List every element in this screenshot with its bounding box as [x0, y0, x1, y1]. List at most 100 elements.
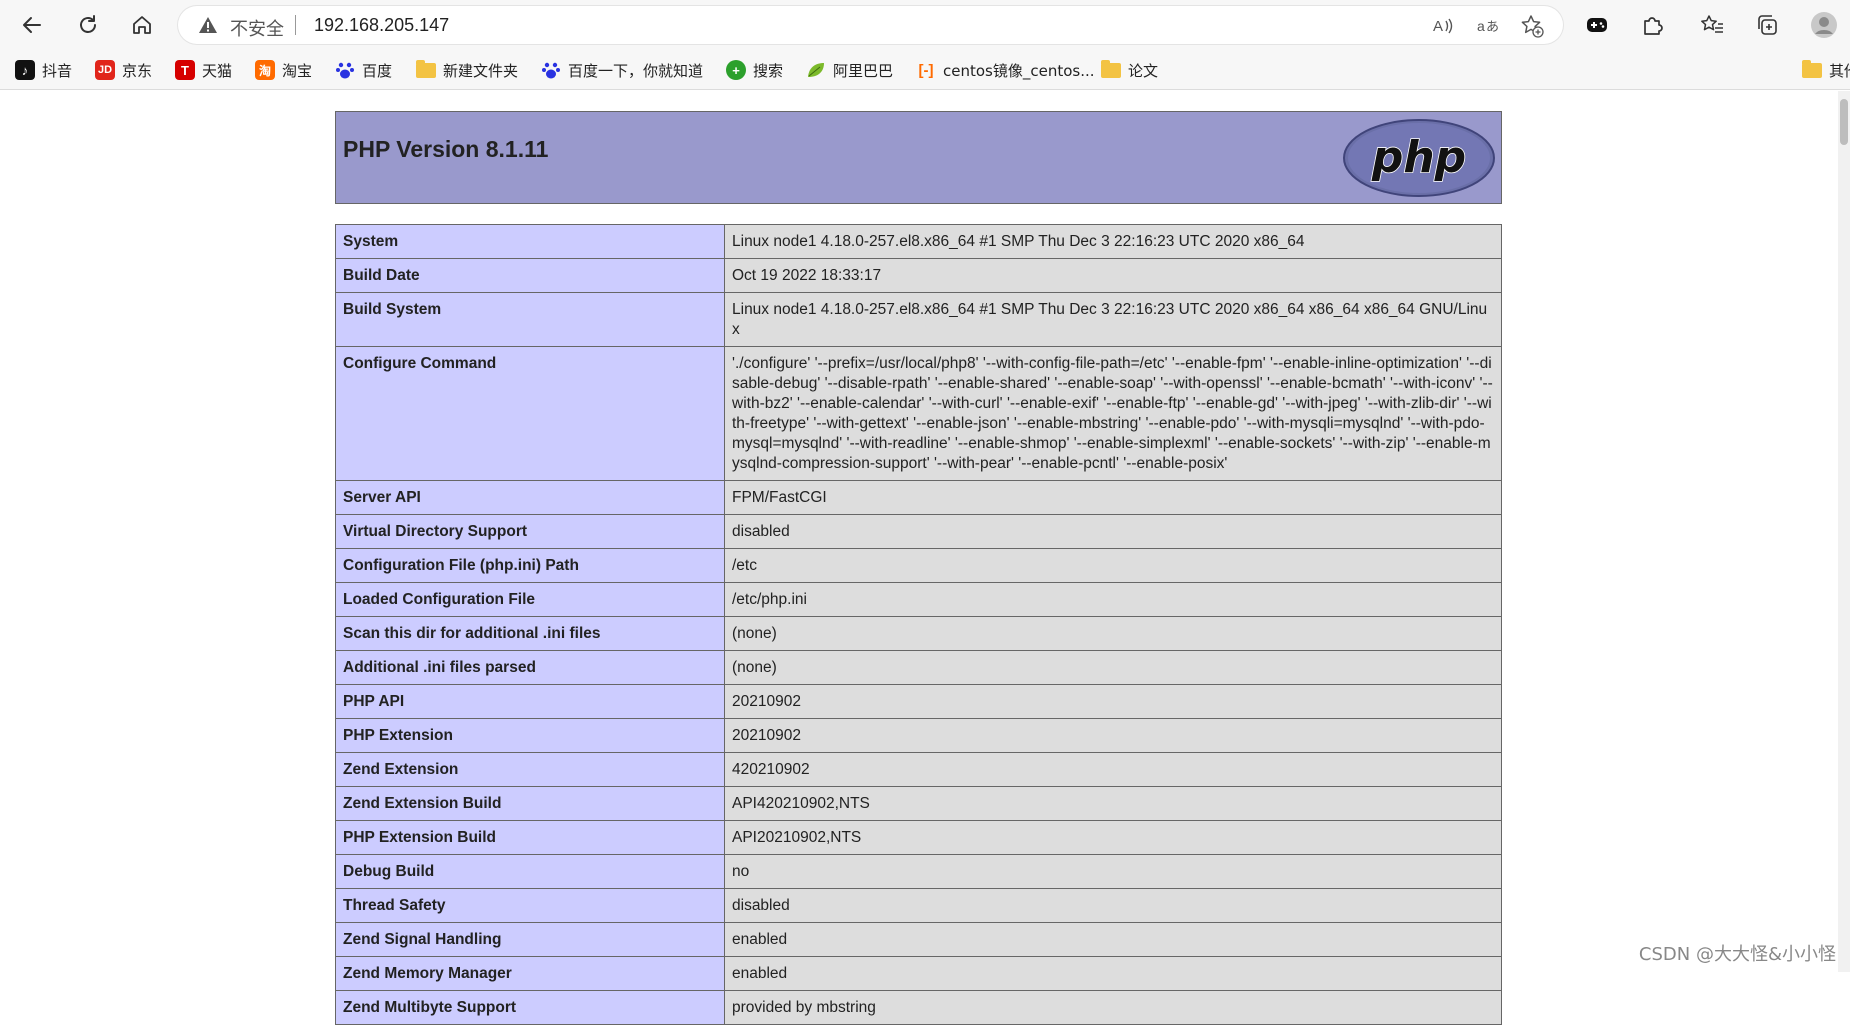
row-value: disabled: [724, 514, 1502, 549]
row-value: './configure' '--prefix=/usr/local/php8'…: [724, 346, 1502, 481]
home-button[interactable]: [126, 9, 158, 41]
bookmark-label: 百度: [362, 61, 393, 80]
scrollbar-thumb[interactable]: [1840, 99, 1848, 145]
folder-icon: [1802, 59, 1822, 78]
php-header: PHP Version 8.1.11 php: [335, 111, 1502, 204]
row-value: Linux node1 4.18.0-257.el8.x86_64 #1 SMP…: [724, 292, 1502, 347]
bookmark-label: centos镜像_centos...: [943, 61, 1095, 80]
svg-text:あ: あ: [1486, 20, 1499, 35]
row-key: Additional .ini files parsed: [335, 650, 725, 685]
row-value: Oct 19 2022 18:33:17: [724, 258, 1502, 293]
bookmark-douyin[interactable]: ♪ 抖音: [15, 56, 72, 84]
warning-icon[interactable]: [198, 16, 218, 39]
row-value: enabled: [724, 922, 1502, 957]
row-key: Virtual Directory Support: [335, 514, 725, 549]
row-value: 20210902: [724, 718, 1502, 753]
translate-icon[interactable]: aあ: [1476, 14, 1500, 38]
row-key: Build System: [335, 292, 725, 347]
folder-icon: [416, 59, 436, 78]
bookmark-label: 搜索: [753, 61, 784, 80]
watermark: CSDN @大大怪&小小怪: [1638, 944, 1836, 965]
bookmark-label: 百度一下，你就知道: [568, 61, 704, 80]
aliyun-icon: [-]: [918, 61, 934, 79]
row-key: PHP Extension Build: [335, 820, 725, 855]
bookmark-centos-mirror[interactable]: [-] centos镜像_centos...: [916, 56, 1095, 84]
table-row: Zend Multibyte Support provided by mbstri…: [335, 990, 1502, 1025]
table-row: Zend Signal Handling enabled: [335, 922, 1502, 957]
bookmark-label: 论文: [1128, 61, 1159, 80]
table-row: Server API FPM/FastCGI: [335, 480, 1502, 515]
row-value: FPM/FastCGI: [724, 480, 1502, 515]
games-button[interactable]: [1581, 9, 1613, 41]
extensions-button[interactable]: [1636, 9, 1668, 41]
row-value: 20210902: [724, 684, 1502, 719]
address-divider: [295, 15, 296, 35]
row-value: /etc/php.ini: [724, 582, 1502, 617]
collections-icon: [1758, 15, 1777, 35]
refresh-button[interactable]: [72, 9, 104, 41]
back-button[interactable]: [16, 9, 48, 41]
bookmarks-bar: ♪ 抖音 JD 京东 T 天猫 淘 淘宝 百度 新建文件夹 百度一下，你就知道 …: [0, 50, 1850, 90]
back-arrow-icon: [23, 17, 41, 33]
gamepad-icon: [1587, 18, 1607, 32]
row-key: System: [335, 224, 725, 259]
profile-button[interactable]: [1808, 9, 1840, 41]
table-row: Build System Linux node1 4.18.0-257.el8.x…: [335, 292, 1502, 347]
insecure-label[interactable]: 不安全: [230, 15, 284, 41]
table-row: PHP Extension 20210902: [335, 718, 1502, 753]
row-key: Zend Signal Handling: [335, 922, 725, 957]
row-value: 420210902: [724, 752, 1502, 787]
folder-icon: [1101, 59, 1121, 78]
svg-text:a: a: [1477, 18, 1485, 34]
refresh-icon: [80, 15, 96, 33]
bookmark-jd[interactable]: JD 京东: [95, 56, 152, 84]
douyin-icon: ♪: [15, 60, 35, 80]
table-row: PHP API 20210902: [335, 684, 1502, 719]
address-bar[interactable]: 不安全 192.168.205.147 A aあ: [178, 6, 1563, 44]
bookmark-baidu-search[interactable]: 百度一下，你就知道: [541, 56, 703, 84]
table-row: Additional .ini files parsed (none): [335, 650, 1502, 685]
bookmark-new-folder[interactable]: 新建文件夹: [416, 56, 518, 84]
bookmark-label: 抖音: [42, 61, 73, 80]
row-key: Zend Extension: [335, 752, 725, 787]
bookmark-label: 淘宝: [282, 61, 313, 80]
collections-button[interactable]: [1751, 9, 1783, 41]
bookmark-alibaba[interactable]: 阿里巴巴: [806, 56, 893, 84]
bookmark-other[interactable]: 其他: [1802, 56, 1850, 84]
table-row: Zend Extension Build API420210902,NTS: [335, 786, 1502, 821]
bookmark-papers[interactable]: 论文: [1101, 56, 1158, 84]
bookmark-label: 天猫: [202, 61, 233, 80]
bookmark-baidu[interactable]: 百度: [335, 56, 392, 84]
table-row: Configure Command './configure' '--prefix…: [335, 346, 1502, 481]
bookmark-taobao[interactable]: 淘 淘宝: [255, 56, 312, 84]
bookmark-search[interactable]: + 搜索: [726, 56, 783, 84]
table-row: PHP Extension Build API20210902,NTS: [335, 820, 1502, 855]
bookmark-label: 京东: [122, 61, 153, 80]
taobao-icon: 淘: [255, 60, 275, 80]
row-value: enabled: [724, 956, 1502, 991]
table-row: Build Date Oct 19 2022 18:33:17: [335, 258, 1502, 293]
row-key: Thread Safety: [335, 888, 725, 923]
bookmark-label: 阿里巴巴: [833, 61, 894, 80]
table-row: Zend Extension 420210902: [335, 752, 1502, 787]
row-key: Scan this dir for additional .ini files: [335, 616, 725, 651]
favorites-button[interactable]: [1696, 9, 1728, 41]
home-icon: [133, 16, 151, 34]
bookmark-label: 新建文件夹: [443, 61, 519, 80]
add-favorite-icon[interactable]: [1520, 14, 1544, 38]
table-row: Thread Safety disabled: [335, 888, 1502, 923]
bookmark-tmall[interactable]: T 天猫: [175, 56, 232, 84]
row-value: disabled: [724, 888, 1502, 923]
table-row: Zend Memory Manager enabled: [335, 956, 1502, 991]
page-scrollbar[interactable]: [1838, 91, 1850, 972]
bookmark-label: 其他: [1829, 61, 1850, 80]
row-key: Loaded Configuration File: [335, 582, 725, 617]
table-row: Virtual Directory Support disabled: [335, 514, 1502, 549]
read-aloud-icon[interactable]: A: [1431, 14, 1455, 38]
browser-toolbar: 不安全 192.168.205.147 A aあ: [0, 0, 1850, 50]
table-row: System Linux node1 4.18.0-257.el8.x86_64 …: [335, 224, 1502, 259]
url-text[interactable]: 192.168.205.147: [314, 15, 449, 36]
puzzle-icon: [1644, 17, 1663, 35]
row-value: API420210902,NTS: [724, 786, 1502, 821]
tmall-icon: T: [175, 60, 195, 80]
